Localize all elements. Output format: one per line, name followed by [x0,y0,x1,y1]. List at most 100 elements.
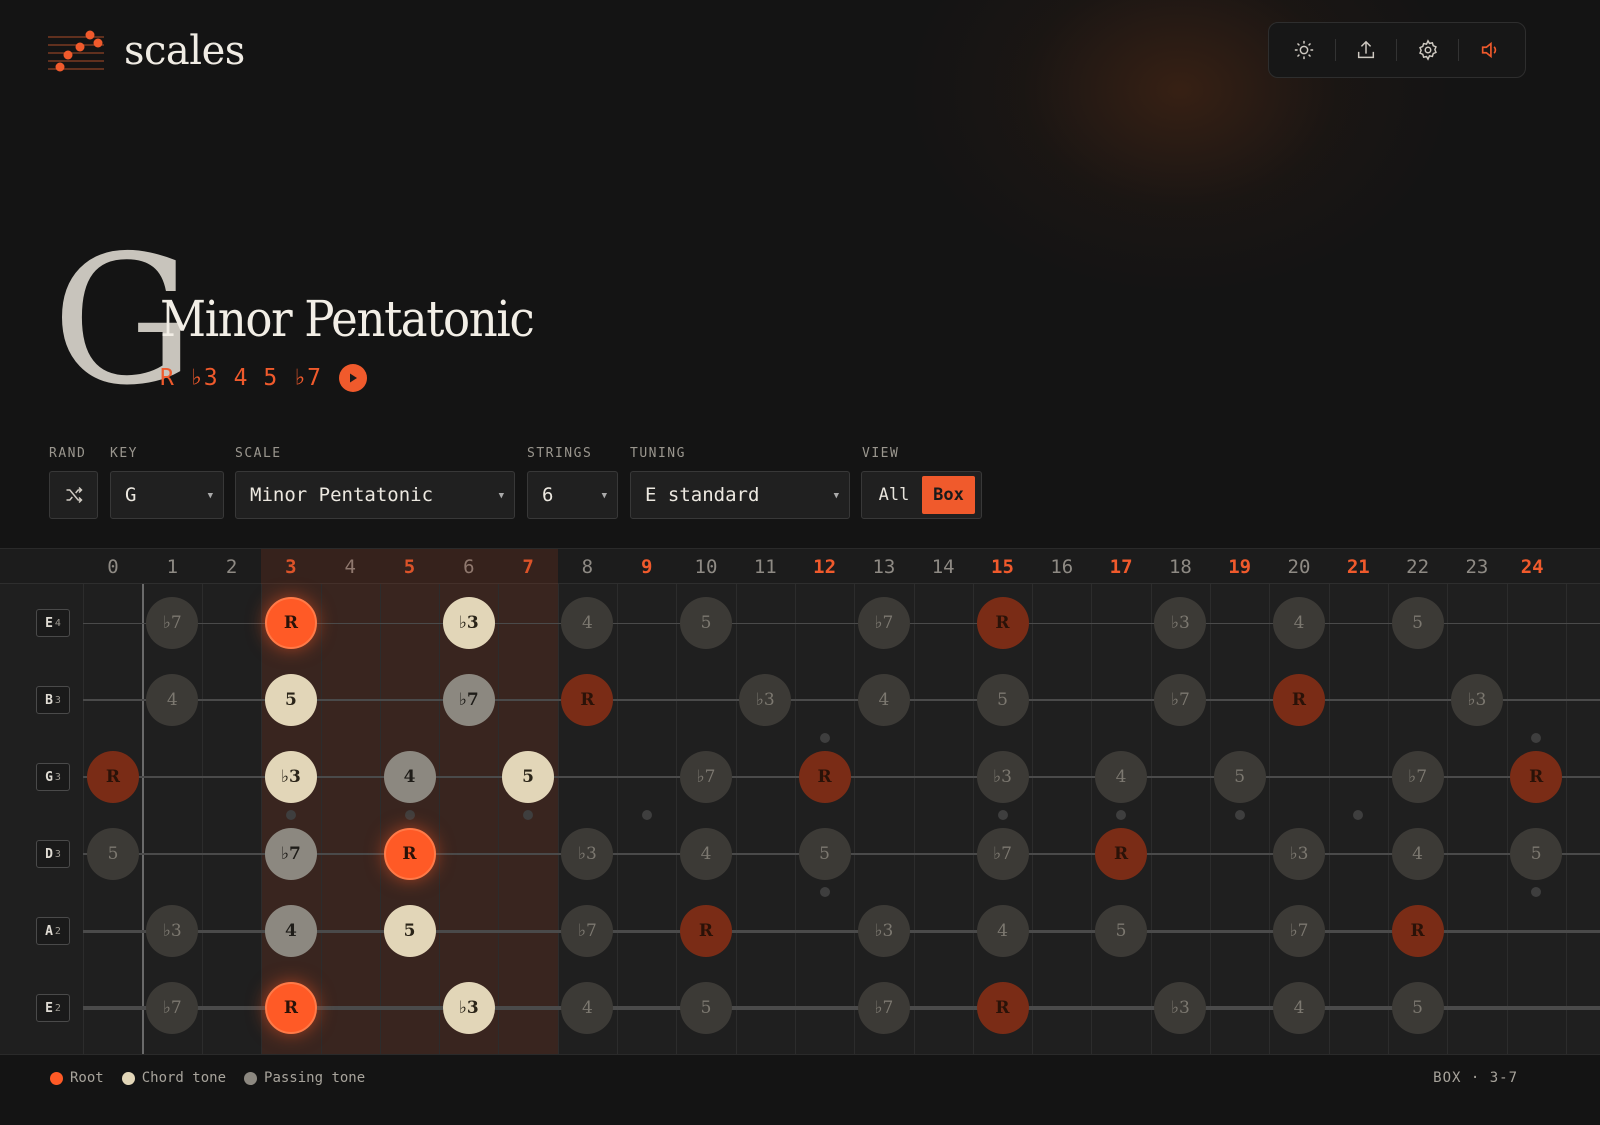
app-title: scales [124,28,245,74]
fret-note-label: ♭3 [1289,844,1309,864]
chevron-down-icon: ▼ [833,491,839,501]
strings-select[interactable]: 6 ▼ [527,471,618,519]
fret-note[interactable]: ♭7 [264,828,317,880]
fret-note[interactable]: 4 [976,905,1029,957]
view-all-button[interactable]: All [866,476,922,514]
fret-number: 9 [640,556,653,578]
fret-note[interactable]: ♭3 [442,982,495,1034]
fret-line [913,584,915,1055]
play-scale-button[interactable] [338,364,367,392]
fret-note[interactable]: 4 [680,828,732,880]
fret-note[interactable]: ♭3 [146,905,199,957]
fret-note[interactable]: 5 [680,982,732,1034]
fret-note[interactable]: ♭7 [857,597,910,649]
fret-note[interactable]: R [1095,828,1148,880]
view-box-button[interactable]: Box [922,476,975,514]
random-button[interactable] [49,471,98,519]
settings-button[interactable] [1408,30,1448,70]
fret-note[interactable]: 5 [383,905,436,957]
fret-note[interactable]: ♭7 [1273,905,1325,957]
legend-item-passing-tone: Passing tone [244,1070,365,1086]
string-label[interactable]: G3 [36,763,70,791]
fret-note[interactable]: R [264,982,317,1034]
fret-note[interactable]: ♭7 [442,674,495,726]
fret-note[interactable]: R [680,905,732,957]
fret-note[interactable]: 4 [561,597,614,649]
fret-note[interactable]: ♭3 [739,674,792,726]
fret-note[interactable]: ♭3 [1450,674,1503,726]
app-logo[interactable]: scales [48,28,245,74]
fret-note[interactable]: R [976,597,1029,649]
string-label[interactable]: B3 [36,686,70,714]
fret-note[interactable]: 5 [976,674,1029,726]
string-note: A [45,923,53,939]
fret-note[interactable]: R [976,982,1029,1034]
fret-note[interactable]: 4 [264,905,317,957]
fret-note[interactable]: R [1391,905,1444,957]
fret-note-label: ♭3 [280,767,301,787]
key-select[interactable]: G ▼ [110,471,224,519]
string-label[interactable]: E4 [36,609,70,637]
fret-note[interactable]: ♭3 [1273,828,1325,880]
fret-note[interactable]: 5 [680,597,732,649]
fret-note[interactable]: ♭7 [1391,751,1444,803]
fret-note[interactable]: ♭3 [264,751,317,803]
fret-note[interactable]: R [561,674,614,726]
fret-note[interactable]: R [264,597,317,649]
fret-note[interactable]: 4 [146,674,199,726]
fret-note[interactable]: ♭3 [976,751,1029,803]
fret-note[interactable]: R [1273,674,1325,726]
sun-icon [1295,40,1314,60]
fret-note[interactable]: ♭7 [976,828,1029,880]
fret-note[interactable]: 5 [1213,751,1266,803]
fret-number: 23 [1465,556,1489,578]
fret-note[interactable]: 4 [1095,751,1148,803]
share-button[interactable] [1346,30,1386,70]
fret-note[interactable]: R [383,828,436,880]
fret-note[interactable]: 5 [87,828,139,880]
play-icon [349,373,357,383]
fret-note[interactable]: 5 [1095,905,1148,957]
fret-inlay [819,733,830,743]
fret-note[interactable]: 4 [561,982,614,1034]
fret-note[interactable]: ♭7 [146,597,199,649]
fret-note[interactable]: 5 [1510,828,1563,880]
tuning-select[interactable]: E standard ▼ [630,471,850,519]
string-label[interactable]: E2 [36,994,70,1022]
fret-note[interactable]: R [798,751,851,803]
scales-logo-icon [48,30,104,72]
fret-note[interactable]: ♭7 [857,982,910,1034]
fret-note[interactable]: ♭3 [442,597,495,649]
fret-note[interactable]: ♭7 [680,751,732,803]
fret-note[interactable]: 4 [1391,828,1444,880]
key-label: KEY [110,446,138,461]
fret-note[interactable]: ♭7 [561,905,614,957]
fret-note[interactable]: 5 [264,674,317,726]
string-label[interactable]: D3 [36,840,70,868]
fret-note[interactable]: 5 [1391,597,1444,649]
scale-intervals: R ♭3 4 5 ♭7 [160,364,367,392]
theme-button[interactable] [1284,30,1324,70]
fret-note[interactable]: ♭3 [857,905,910,957]
fret-note[interactable]: 5 [798,828,851,880]
fret-note[interactable]: 4 [1273,982,1325,1034]
sound-button[interactable] [1470,30,1510,70]
fret-note[interactable]: ♭3 [1154,597,1207,649]
fret-note[interactable]: ♭7 [1154,674,1207,726]
fret-line [1328,584,1330,1055]
fret-note[interactable]: 4 [1273,597,1325,649]
fret-note[interactable]: ♭3 [1154,982,1207,1034]
view-label: VIEW [862,446,900,461]
fret-note[interactable]: 5 [1391,982,1444,1034]
fret-note[interactable]: 4 [857,674,910,726]
fret-line [379,584,381,1055]
key-select-value: G [125,484,137,506]
fret-note[interactable]: ♭7 [146,982,199,1034]
scale-select[interactable]: Minor Pentatonic ▼ [235,471,515,519]
fret-note[interactable]: ♭3 [561,828,614,880]
fret-note[interactable]: 4 [383,751,436,803]
fret-note[interactable]: R [87,751,139,803]
fret-note[interactable]: 5 [502,751,555,803]
string-label[interactable]: A2 [36,917,70,945]
fret-note[interactable]: R [1510,751,1563,803]
